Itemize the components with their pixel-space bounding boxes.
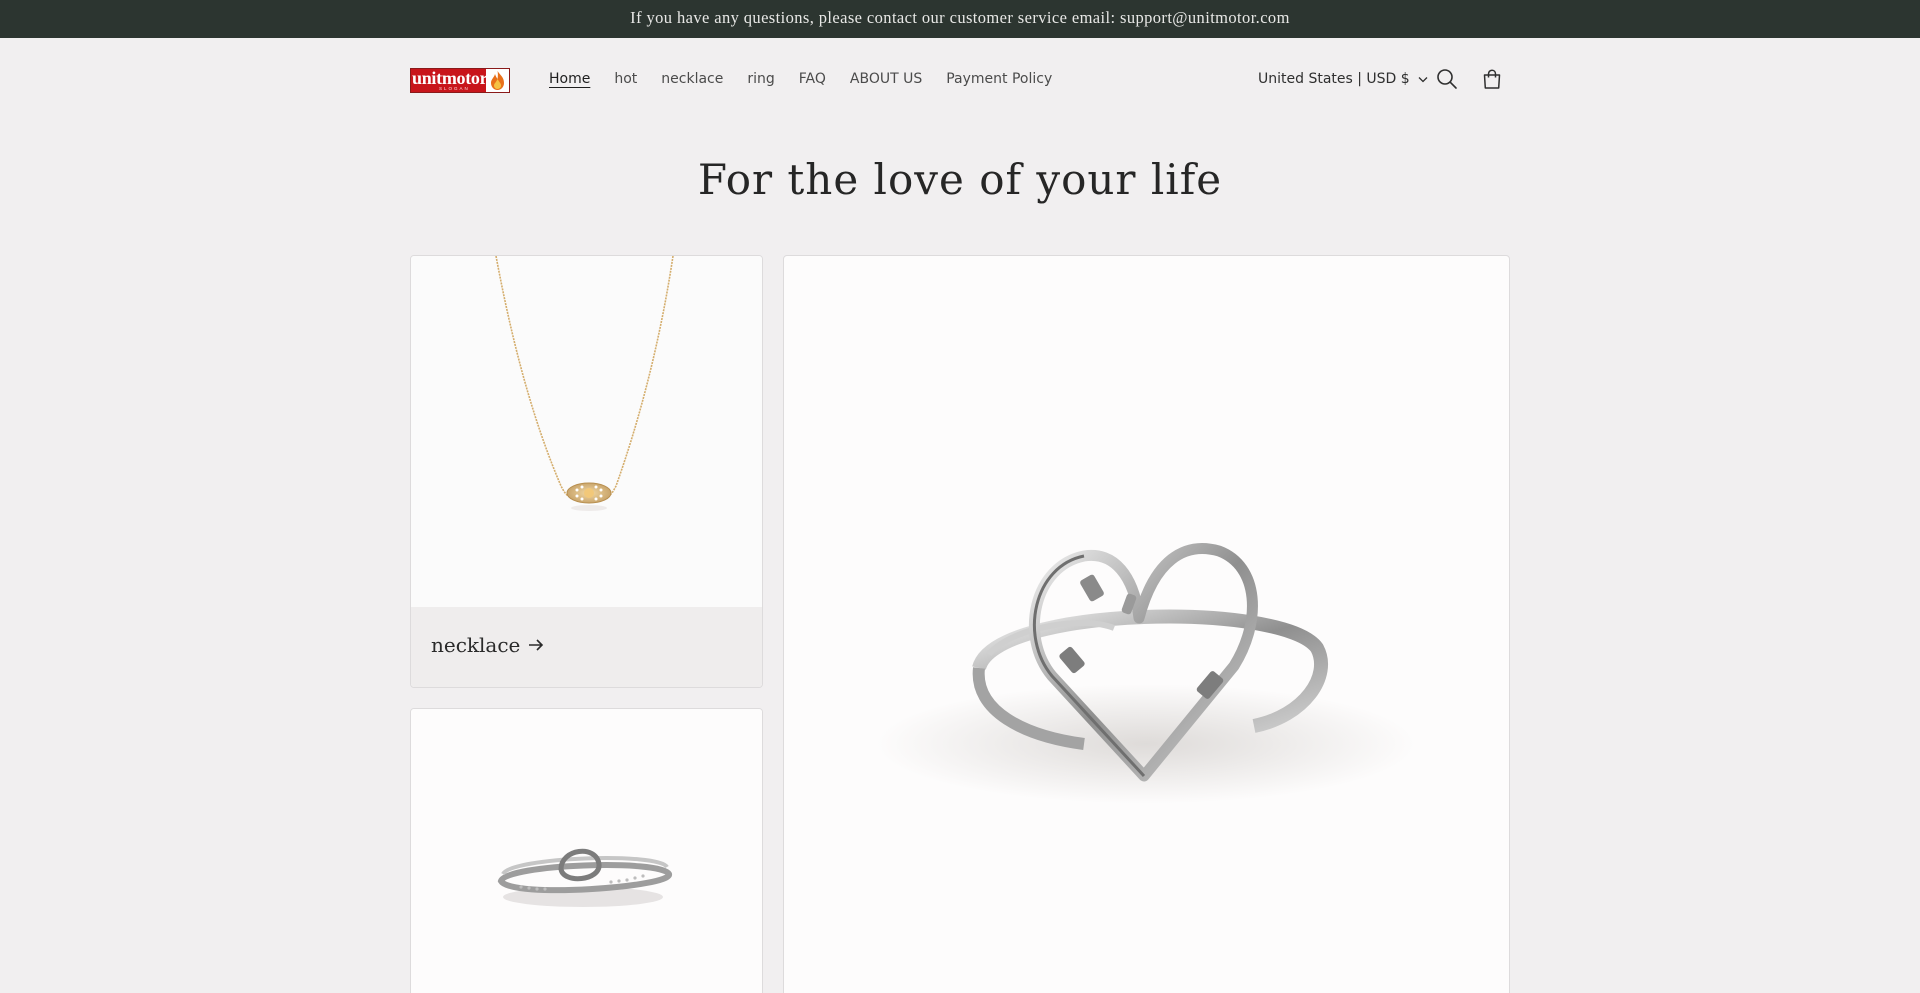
nav-necklace[interactable]: necklace bbox=[661, 62, 723, 96]
cart-icon bbox=[1483, 69, 1501, 89]
nav-home[interactable]: Home bbox=[549, 62, 590, 96]
chevron-down-icon bbox=[1418, 76, 1428, 82]
nav-payment-policy[interactable]: Payment Policy bbox=[946, 62, 1052, 96]
logo-slogan: SLOGAN bbox=[439, 86, 470, 91]
search-icon bbox=[1437, 69, 1457, 89]
nav-hot[interactable]: hot bbox=[614, 62, 637, 96]
collection-card-ring[interactable] bbox=[410, 708, 763, 993]
arrow-right-icon bbox=[529, 639, 544, 651]
necklace-image bbox=[411, 256, 762, 607]
nav-about-us[interactable]: ABOUT US bbox=[850, 62, 922, 96]
nav-ring[interactable]: ring bbox=[747, 62, 774, 96]
heart-ring-image bbox=[876, 543, 1416, 804]
locale-label: United States | USD $ bbox=[1258, 71, 1410, 87]
announcement-bar: If you have any questions, please contac… bbox=[0, 0, 1920, 38]
page-title: For the love of your life bbox=[697, 155, 1223, 204]
logo-brand: unitmotor bbox=[412, 68, 488, 88]
knot-ring-image bbox=[411, 709, 762, 993]
announcement-text: If you have any questions, please contac… bbox=[630, 8, 1290, 27]
country-currency-selector[interactable]: United States | USD $ bbox=[1258, 62, 1428, 96]
featured-product-heart-ring[interactable] bbox=[783, 255, 1510, 993]
cart-button[interactable] bbox=[1480, 67, 1504, 91]
collection-link-necklace[interactable]: necklace bbox=[431, 633, 544, 657]
site-header: unitmotor SLOGAN Home hot necklace ring … bbox=[0, 38, 1920, 122]
logo[interactable]: unitmotor SLOGAN bbox=[410, 68, 510, 93]
main-nav: Home hot necklace ring FAQ ABOUT US Paym… bbox=[549, 62, 1076, 96]
flame-icon bbox=[486, 69, 509, 92]
collection-label: necklace bbox=[431, 633, 521, 657]
nav-faq[interactable]: FAQ bbox=[799, 62, 826, 96]
search-button[interactable] bbox=[1435, 67, 1459, 91]
collection-card-necklace[interactable]: necklace bbox=[410, 255, 763, 688]
collection-caption: necklace bbox=[411, 607, 762, 687]
